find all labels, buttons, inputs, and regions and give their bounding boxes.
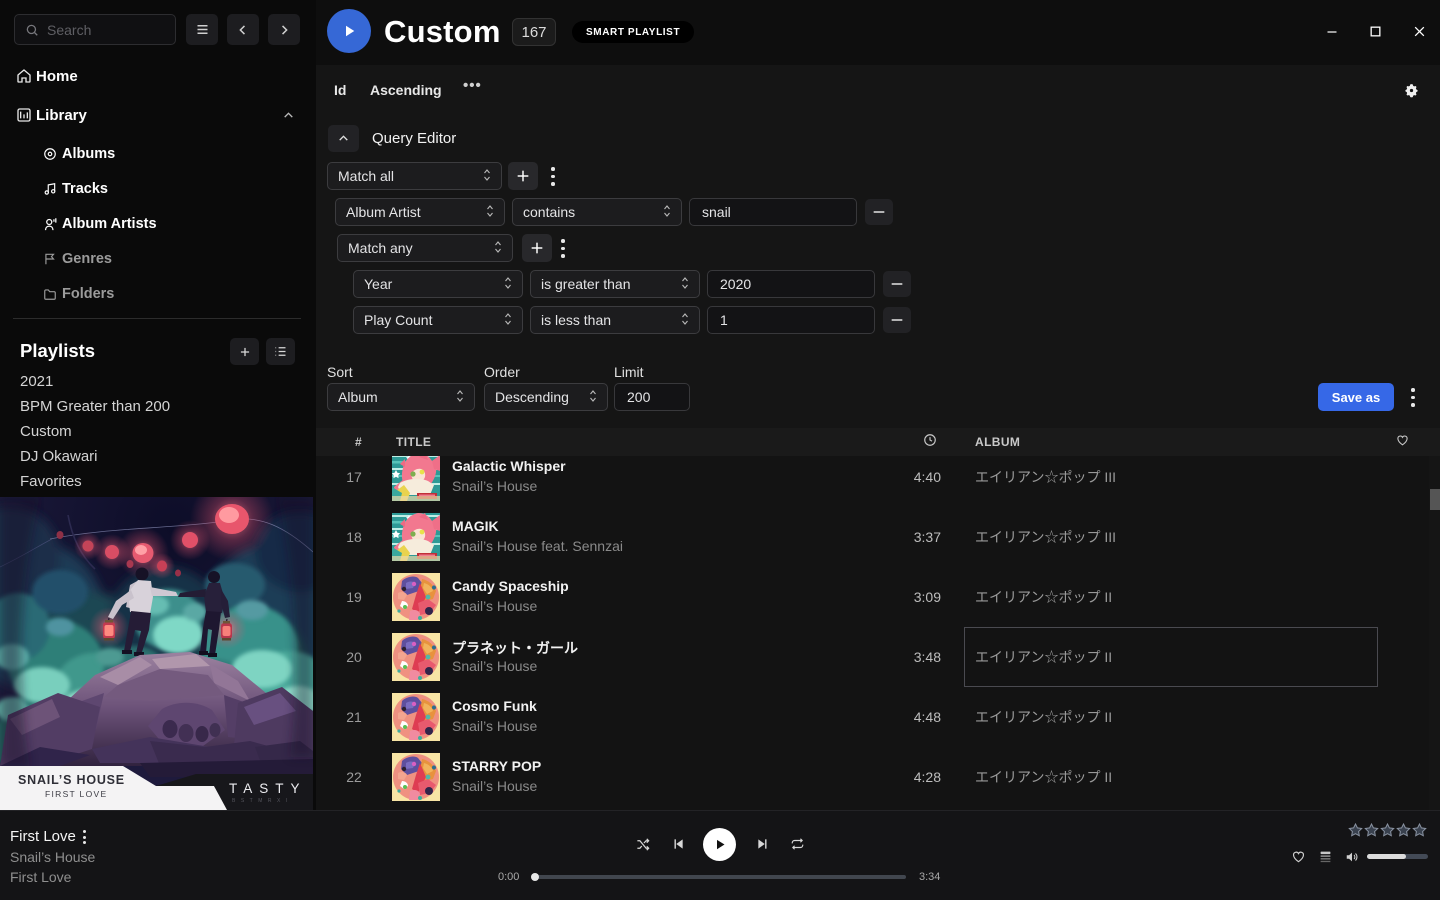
svg-text:TASTY: TASTY xyxy=(229,781,307,796)
svg-text:BSTMRXI: BSTMRXI xyxy=(232,798,293,804)
svg-text:SNAIL’S HOUSE: SNAIL’S HOUSE xyxy=(18,773,125,787)
svg-text:FIRST LOVE: FIRST LOVE xyxy=(45,789,107,799)
